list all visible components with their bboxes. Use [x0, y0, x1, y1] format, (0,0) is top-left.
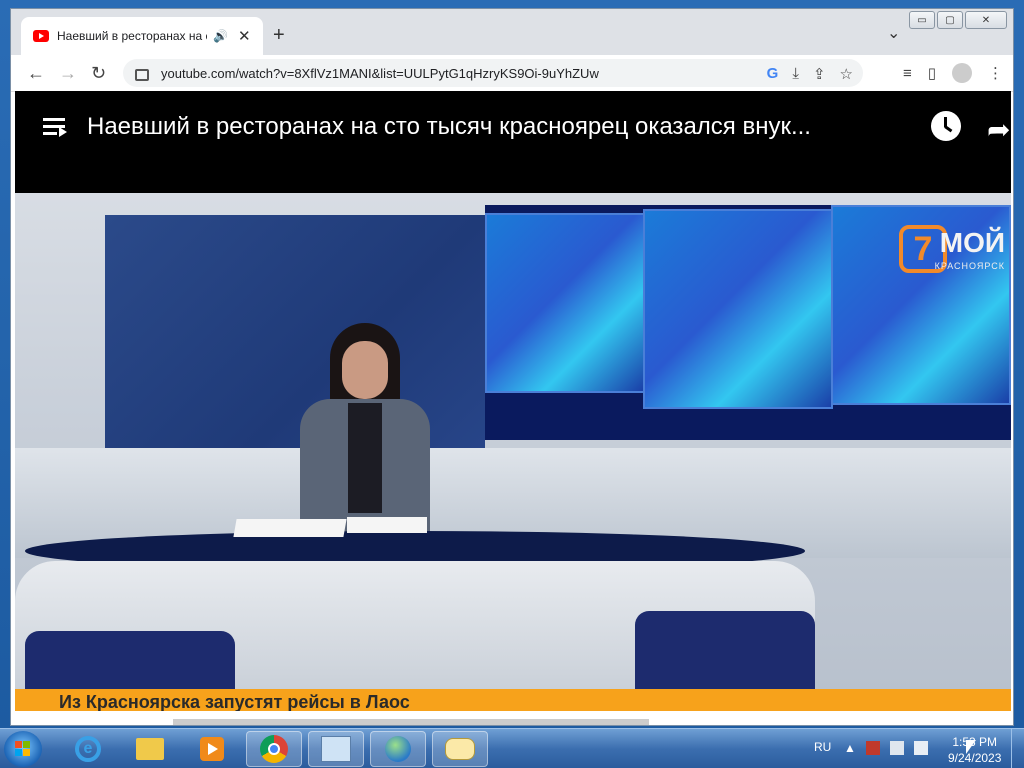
desk-papers-2: [347, 517, 427, 533]
install-icon[interactable]: ⤓: [792, 65, 799, 83]
share-page-icon[interactable]: ⇪: [813, 65, 826, 83]
omnibox-actions: G ⤓ ⇪ ☆: [767, 65, 853, 83]
video-frame[interactable]: 7 МОЙ КРАСНОЯРСК Из Красноярска запустят…: [15, 193, 1011, 711]
media-player-icon: [200, 737, 224, 761]
youtube-favicon-icon: [33, 30, 49, 42]
tab-search-chevron-icon[interactable]: ⌄: [887, 23, 900, 43]
channel-logo-text: МОЙ: [939, 227, 1005, 258]
tab-youtube-video[interactable]: Наевший в ресторанах на с 🔊 ✕: [21, 17, 263, 55]
taskbar-file-explorer[interactable]: [122, 731, 178, 767]
google-translate-icon[interactable]: G: [767, 65, 779, 83]
playlist-icon[interactable]: [43, 118, 67, 138]
start-button[interactable]: [4, 731, 42, 767]
taskbar-chrome[interactable]: [246, 731, 302, 767]
language-indicator[interactable]: RU: [814, 740, 831, 754]
forward-button[interactable]: →: [59, 63, 77, 83]
application-window-icon: [321, 736, 351, 762]
taskbar-messenger[interactable]: [432, 731, 488, 767]
window-controls: ▭ ▢ ✕: [909, 11, 1007, 29]
chrome-icon: [260, 735, 288, 763]
minimize-button[interactable]: ▭: [909, 11, 935, 29]
speaker-icon[interactable]: 🔊: [213, 29, 228, 43]
browser-toolbar: ← → ↻ youtube.com/watch?v=8XflVz1MANI&li…: [11, 55, 1013, 92]
side-panel-icon[interactable]: ▯: [928, 64, 936, 82]
new-tab-button[interactable]: +: [273, 25, 285, 45]
windows-taskbar: e RU ▲ 1:53 PM 9/24/2023: [0, 728, 1024, 768]
url-text[interactable]: youtube.com/watch?v=8XflVz1MANI&list=UUL…: [161, 66, 599, 81]
tab-strip: Наевший в ресторанах на с 🔊 ✕ + ⌄ ▭ ▢ ✕: [11, 9, 1013, 55]
lock-icon[interactable]: [135, 69, 149, 81]
internet-explorer-icon: e: [75, 736, 101, 762]
address-bar[interactable]: youtube.com/watch?v=8XflVz1MANI&list=UUL…: [123, 59, 863, 87]
video-title[interactable]: Наевший в ресторанах на сто тысяч красно…: [87, 113, 811, 141]
taskbar-app-window[interactable]: [308, 731, 364, 767]
studio-video-wall: 7 МОЙ КРАСНОЯРСК: [485, 205, 1011, 440]
youtube-player[interactable]: Наевший в ресторанах на сто тысяч красно…: [15, 91, 1011, 711]
media-queue-icon[interactable]: ≡: [903, 65, 912, 82]
show-desktop-button[interactable]: [1011, 729, 1024, 768]
reload-button[interactable]: ↻: [91, 63, 106, 83]
mouse-cursor-icon: [966, 740, 976, 754]
bookmark-star-icon[interactable]: ☆: [840, 65, 853, 83]
windows-flag-icon: [15, 741, 31, 757]
ticker-text: Из Красноярска запустят рейсы в Лаос: [59, 692, 410, 711]
taskbar-media-player[interactable]: [184, 731, 240, 767]
player-header: Наевший в ресторанах на сто тысяч красно…: [15, 91, 1011, 193]
action-center-flag-icon[interactable]: [865, 741, 880, 755]
news-ticker: Из Красноярска запустят рейсы в Лаос: [15, 689, 1011, 711]
tray-expand-arrow-icon[interactable]: ▲: [844, 741, 856, 755]
horizontal-scrollbar[interactable]: [173, 719, 649, 725]
desk-papers: [233, 519, 347, 537]
taskbar-network[interactable]: [370, 731, 426, 767]
watch-later-clock-icon[interactable]: [931, 111, 961, 141]
tab-close-icon[interactable]: ✕: [238, 27, 251, 45]
close-window-button[interactable]: ✕: [965, 11, 1007, 29]
tab-title: Наевший в ресторанах на с: [57, 29, 207, 43]
profile-avatar-icon[interactable]: [952, 63, 972, 83]
system-tray: ▲: [844, 741, 928, 755]
taskbar-internet-explorer[interactable]: e: [60, 731, 116, 767]
folder-icon: [136, 738, 164, 760]
chrome-window: Наевший в ресторанах на с 🔊 ✕ + ⌄ ▭ ▢ ✕ …: [10, 8, 1014, 726]
news-desk: [15, 531, 1011, 711]
maximize-button[interactable]: ▢: [937, 11, 963, 29]
chat-bubble-icon: [445, 738, 475, 760]
network-icon[interactable]: [889, 741, 904, 755]
back-button[interactable]: ←: [27, 63, 45, 83]
volume-muted-icon[interactable]: [913, 741, 928, 755]
share-arrow-icon[interactable]: ➦: [987, 113, 1010, 146]
channel-logo-subtitle: КРАСНОЯРСК: [934, 261, 1005, 271]
globe-icon: [385, 736, 411, 762]
menu-kebab-icon[interactable]: ⋮: [988, 64, 1003, 82]
toolbar-actions: ≡ ▯ ⋮: [903, 63, 1003, 83]
